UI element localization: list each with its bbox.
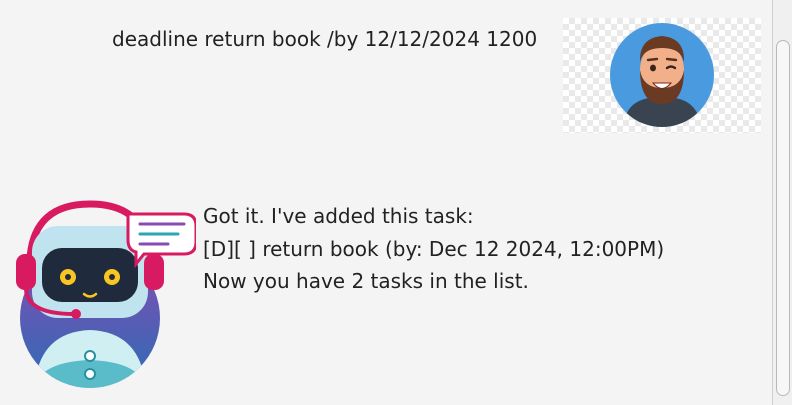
bot-message-row: Got it. I've added this task: [D][ ] ret… (0, 190, 772, 395)
user-avatar-icon (610, 23, 714, 127)
bot-message-text: Got it. I've added this task: [D][ ] ret… (203, 200, 664, 298)
bot-message-line: Got it. I've added this task: (203, 204, 474, 228)
scrollbar-thumb[interactable] (776, 40, 790, 396)
bot-message-line: [D][ ] return book (by: Dec 12 2024, 12:… (203, 236, 665, 261)
user-avatar (563, 18, 761, 133)
bot-message-line: Now you have 2 tasks in the list. (203, 269, 529, 293)
vertical-scrollbar[interactable] (772, 0, 792, 405)
user-message-text: deadline return book /by 12/12/2024 1200 (112, 27, 538, 51)
user-message-row: deadline return book /by 12/12/2024 1200 (0, 18, 772, 136)
robot-avatar-icon (16, 200, 196, 388)
chat-area: deadline return book /by 12/12/2024 1200 (0, 0, 772, 405)
